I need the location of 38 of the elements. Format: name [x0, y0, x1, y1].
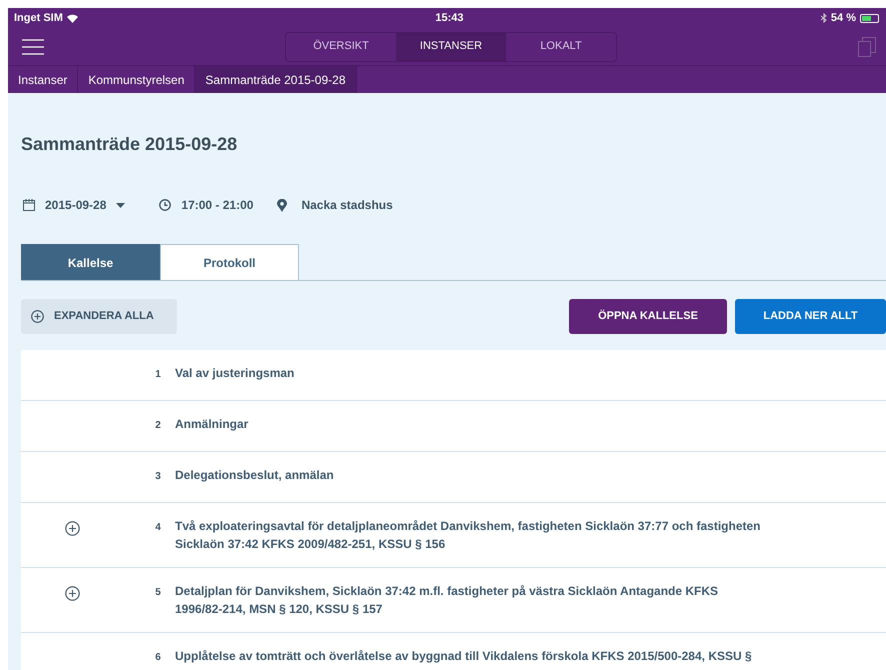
breadcrumb-link[interactable]: Sammanträde 2015-09-28	[195, 66, 356, 93]
item-number: 5	[154, 586, 162, 600]
clock-text: 15:43	[435, 10, 464, 26]
expand-icon[interactable]	[65, 521, 80, 536]
download-all-button[interactable]: LADDA NER ALLT	[735, 299, 886, 334]
meeting-time: 17:00 - 21:00	[181, 197, 254, 214]
meeting-date[interactable]: 2015-09-28	[45, 196, 106, 214]
expand-all-button[interactable]: EXPANDERA ALLA	[21, 299, 177, 334]
segment-tab[interactable]: INSTANSER	[396, 32, 506, 60]
agenda-item-title[interactable]: Två exploateringsavtal för detaljplaneområdet Danvikshem, fastigheten Sicklaön 37:77 och fastigheten Sicklaön 37:42 KFKS 2009/482-251, KSSU § 156	[173, 517, 763, 553]
clock-icon	[159, 199, 172, 211]
item-number: 6	[154, 651, 162, 665]
battery-text: 54 %	[830, 10, 856, 26]
bluetooth-icon	[820, 13, 827, 23]
location-pin-icon	[277, 198, 288, 212]
agenda-item-title[interactable]: Detaljplan för Danvikshem, Sicklaön 37:42 m.fl. fastigheter på västra Sicklaön Antagande KFKS 1996/82-214, MSN § 120, KSSU § 157	[173, 582, 763, 618]
plus-circle-icon	[31, 310, 44, 323]
tab[interactable]: Kallelse	[21, 244, 160, 280]
item-number: 3	[154, 470, 162, 484]
page-title: Sammanträde 2015-09-28	[21, 133, 238, 156]
battery-icon	[860, 14, 880, 22]
agenda-item-title[interactable]: Val av justeringsman	[173, 364, 294, 382]
meeting-location: Nacka stadshus	[301, 197, 393, 214]
menu-icon[interactable]	[22, 38, 44, 54]
agenda-item-title[interactable]: Anmälningar	[173, 415, 248, 433]
expand-icon[interactable]	[65, 586, 80, 602]
item-number: 4	[154, 521, 162, 535]
open-summons-button[interactable]: ÖPPNA KALLELSE	[569, 299, 727, 334]
tab[interactable]: Protokoll	[160, 244, 299, 280]
breadcrumb-link[interactable]: Instanser	[8, 66, 78, 93]
wifi-icon	[66, 14, 78, 22]
agenda-item-title[interactable]: Upplåtelse av tomträtt och överlåtelse av byggnad till Vikdalens förskola KFKS 2015/500-284, KSSU §	[173, 647, 752, 665]
caret-icon[interactable]	[116, 202, 126, 208]
agenda-item-title[interactable]: Delegationsbeslut, anmälan	[173, 466, 334, 484]
carrier-text: Inget SIM	[14, 10, 63, 26]
item-number: 2	[154, 419, 162, 433]
item-number: 1	[154, 368, 162, 382]
calendar-icon	[23, 199, 35, 211]
